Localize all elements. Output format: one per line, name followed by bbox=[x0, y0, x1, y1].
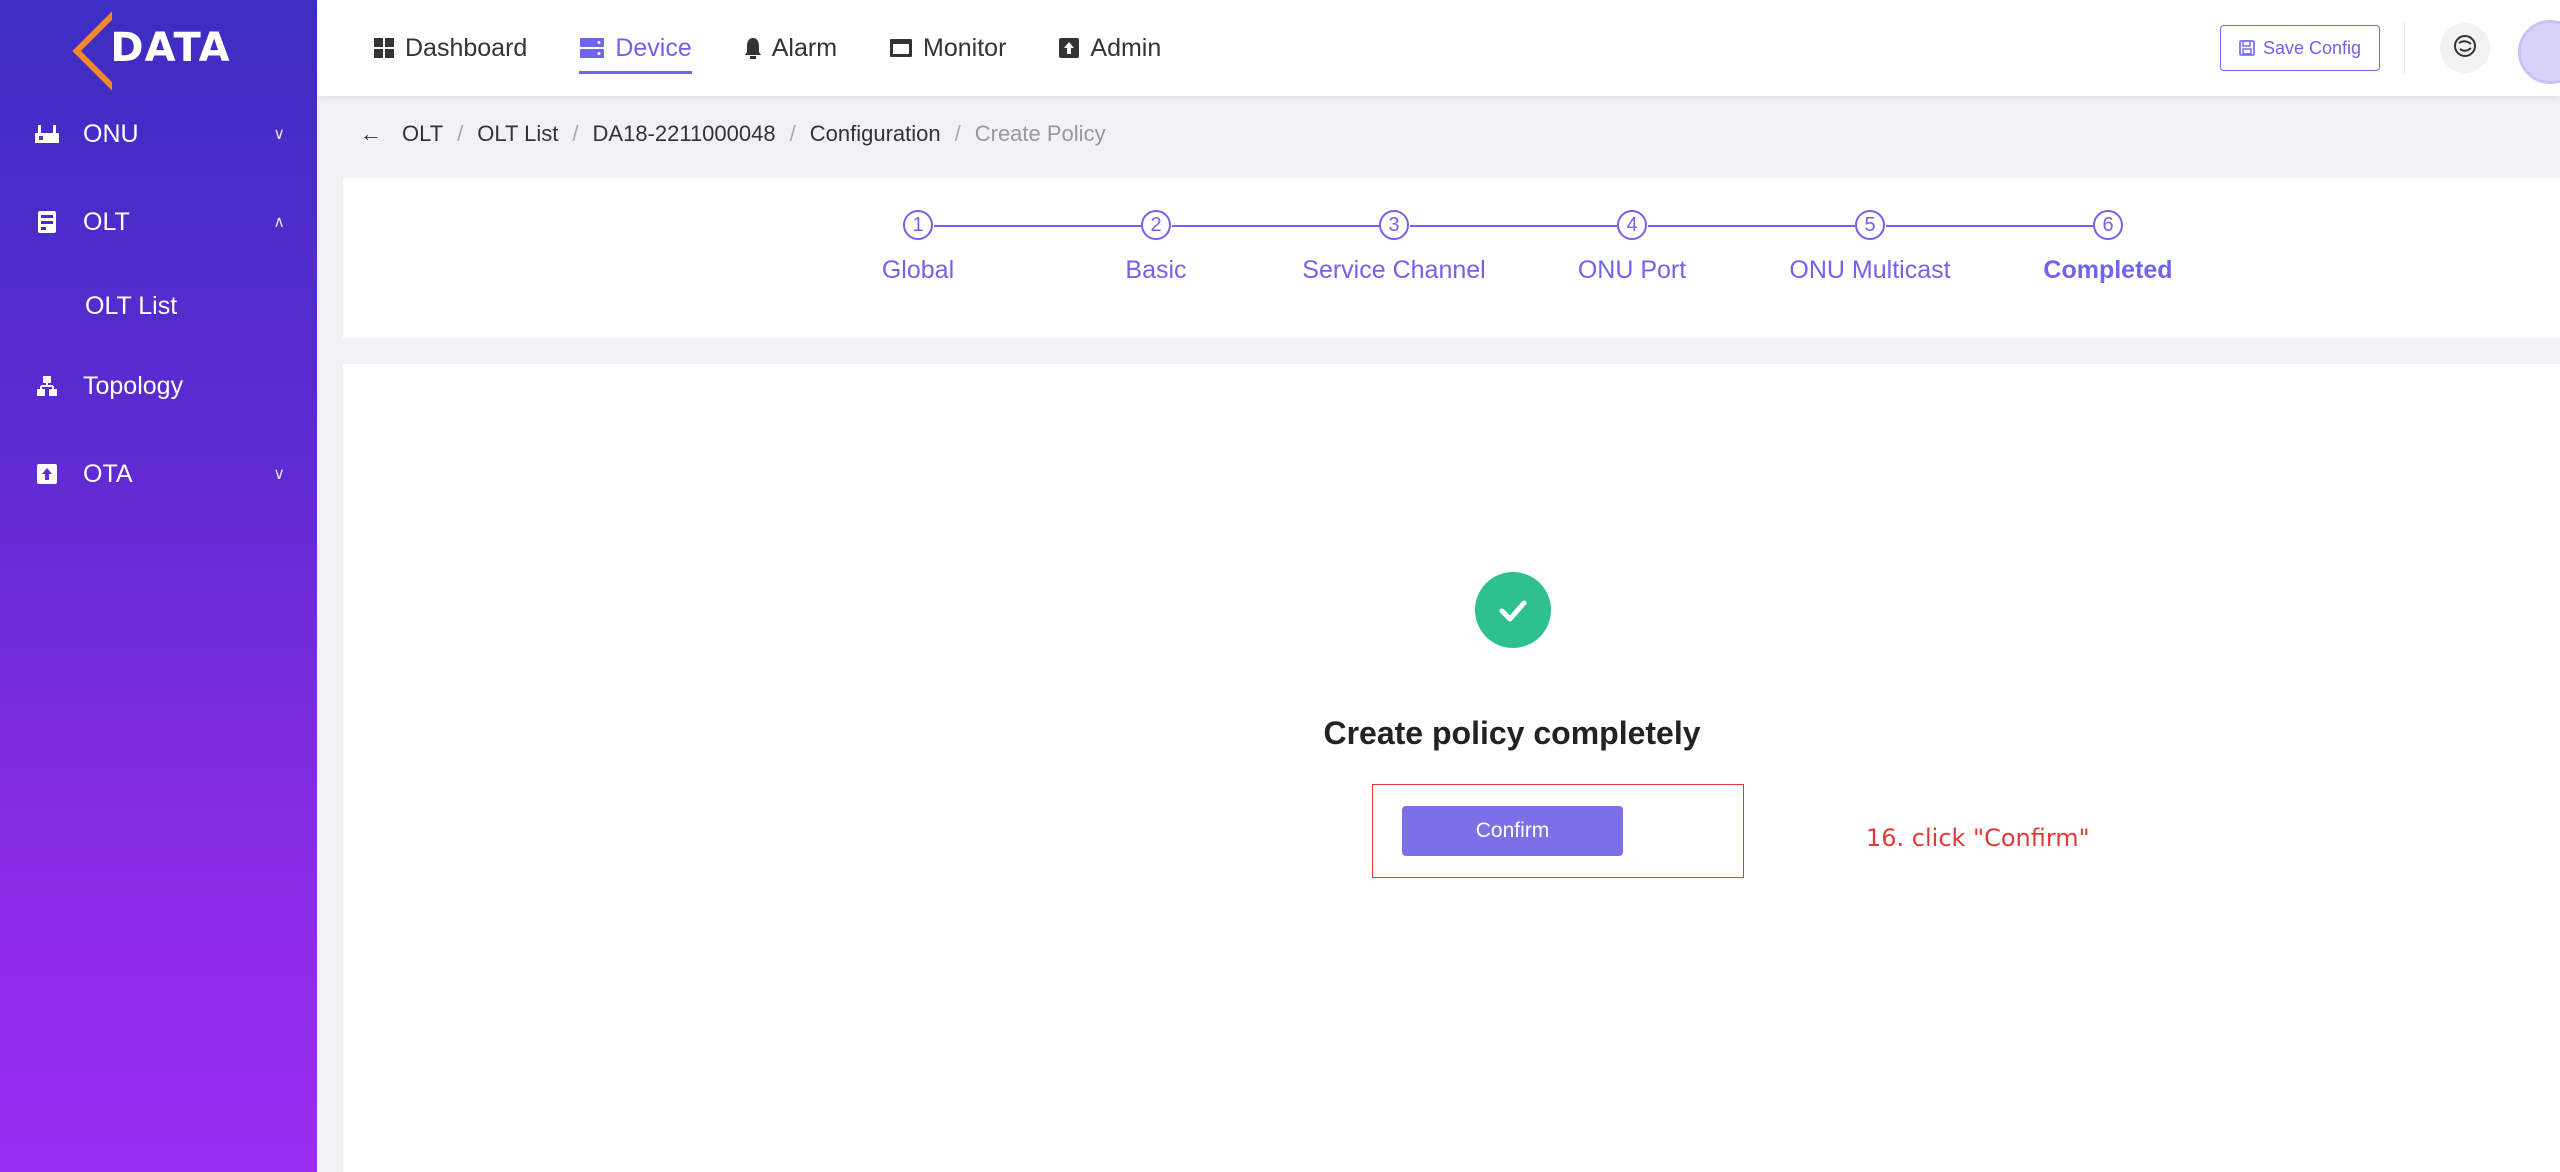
sidebar-item-topology[interactable]: Topology bbox=[0, 342, 317, 430]
tab-label: Monitor bbox=[923, 33, 1007, 62]
save-icon bbox=[2239, 40, 2255, 56]
chevron-down-icon: ∨ bbox=[273, 126, 285, 143]
step-connector bbox=[1410, 225, 1617, 227]
result-card bbox=[343, 364, 2560, 1172]
chevron-up-icon: ∧ bbox=[273, 214, 285, 231]
tab-alarm[interactable]: Alarm bbox=[744, 0, 837, 96]
breadcrumb: ← OLT / OLT List / DA18-2211000048 / Con… bbox=[360, 118, 1106, 150]
confirm-button[interactable]: Confirm bbox=[1402, 806, 1623, 856]
step-onu-multicast: 5 ONU Multicast bbox=[1750, 210, 1990, 285]
step-label: ONU Multicast bbox=[1789, 256, 1951, 284]
sidebar-subitem-olt-list[interactable]: OLT List bbox=[0, 266, 317, 346]
onu-icon bbox=[33, 120, 61, 148]
theme-toggle-button[interactable] bbox=[2440, 23, 2490, 73]
sidebar-item-onu[interactable]: ONU ∨ bbox=[0, 90, 317, 178]
step-number: 2 bbox=[1141, 210, 1171, 240]
tab-label: Alarm bbox=[771, 33, 838, 62]
success-check-icon bbox=[1475, 572, 1551, 648]
sidebar-item-label: Topology bbox=[83, 371, 184, 400]
step-number: 5 bbox=[1855, 210, 1885, 240]
ota-icon bbox=[33, 460, 61, 488]
avatar[interactable] bbox=[2518, 20, 2560, 84]
step-number: 4 bbox=[1617, 210, 1647, 240]
annotation-text: 16. click "Confirm" bbox=[1866, 824, 2090, 852]
step-global: 1 Global bbox=[798, 210, 1038, 285]
logo-diamond-icon bbox=[72, 11, 152, 91]
step-connector bbox=[1172, 225, 1379, 227]
breadcrumb-separator: / bbox=[954, 121, 961, 146]
breadcrumb-item[interactable]: OLT List bbox=[477, 121, 558, 147]
logo-mark: DATA bbox=[72, 11, 230, 91]
step-completed: 6 Completed bbox=[1988, 210, 2228, 285]
result-title: Create policy completely bbox=[1323, 715, 1701, 751]
olt-icon bbox=[33, 208, 61, 236]
toolbar-divider bbox=[2404, 22, 2405, 74]
chevron-down-icon: ∨ bbox=[273, 466, 285, 483]
tab-device[interactable]: Device bbox=[579, 0, 693, 96]
step-number: 3 bbox=[1379, 210, 1409, 240]
back-arrow-icon[interactable]: ← bbox=[360, 121, 382, 147]
device-icon bbox=[579, 37, 605, 59]
breadcrumb-separator: / bbox=[572, 121, 579, 146]
step-connector bbox=[1648, 225, 1855, 227]
step-label: ONU Port bbox=[1577, 256, 1687, 284]
tab-label: Admin bbox=[1090, 33, 1162, 62]
logo[interactable]: DATA bbox=[0, 0, 317, 96]
breadcrumb-separator: / bbox=[457, 121, 464, 146]
monitor-icon bbox=[889, 38, 913, 58]
admin-icon bbox=[1058, 37, 1080, 59]
tab-admin[interactable]: Admin bbox=[1058, 0, 1161, 96]
step-label: Service Channel bbox=[1302, 256, 1486, 284]
sidebar: DATA ONU ∨ OLT ∧ OLT List Topology OTA ∨ bbox=[0, 0, 317, 1172]
breadcrumb-separator: / bbox=[789, 121, 796, 146]
step-label: Global bbox=[881, 256, 955, 284]
step-number: 6 bbox=[2093, 210, 2123, 240]
step-service-channel: 3 Service Channel bbox=[1274, 210, 1514, 285]
breadcrumb-item[interactable]: DA18-2211000048 bbox=[593, 121, 776, 147]
steps-card: 1 Global 2 Basic 3 Service Channel 4 ONU… bbox=[343, 178, 2560, 338]
dashboard-icon bbox=[373, 37, 395, 59]
sidebar-item-label: ONU bbox=[83, 119, 139, 148]
tab-label: Device bbox=[615, 33, 692, 62]
palette-icon bbox=[2452, 33, 2478, 64]
sidebar-item-label: OTA bbox=[83, 459, 133, 488]
sidebar-item-label: OLT bbox=[83, 207, 130, 236]
top-navbar: Dashboard Device Alarm Monitor Admin Sav… bbox=[317, 0, 2560, 96]
step-basic: 2 Basic bbox=[1036, 210, 1276, 285]
alarm-icon bbox=[744, 37, 762, 59]
tab-label: Dashboard bbox=[405, 33, 528, 62]
step-number: 1 bbox=[903, 210, 933, 240]
tab-monitor[interactable]: Monitor bbox=[889, 0, 1006, 96]
sidebar-item-ota[interactable]: OTA ∨ bbox=[0, 430, 317, 518]
breadcrumb-item[interactable]: Configuration bbox=[810, 121, 941, 147]
step-connector bbox=[934, 225, 1141, 227]
step-onu-port: 4 ONU Port bbox=[1512, 210, 1752, 285]
tab-dashboard[interactable]: Dashboard bbox=[373, 0, 527, 96]
sidebar-item-olt[interactable]: OLT ∧ bbox=[0, 178, 317, 266]
step-label: Completed bbox=[2043, 256, 2173, 284]
save-config-label: Save Config bbox=[2262, 37, 2361, 58]
breadcrumb-item[interactable]: OLT bbox=[402, 121, 443, 147]
sidebar-subitem-label: OLT List bbox=[85, 291, 178, 320]
step-connector bbox=[1886, 225, 2093, 227]
step-label: Basic bbox=[1125, 256, 1187, 284]
topology-icon bbox=[33, 372, 61, 400]
save-config-button[interactable]: Save Config bbox=[2219, 25, 2380, 71]
breadcrumb-current: Create Policy bbox=[974, 121, 1106, 146]
